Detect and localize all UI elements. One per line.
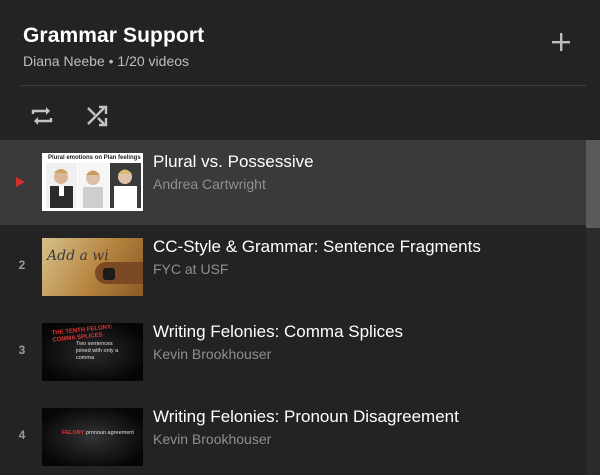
thumbnail-wristband-shape [103, 268, 115, 280]
thumbnail-caption-red: FELONY [62, 430, 85, 436]
playlist-video-list: Plural emotions on Plan feelings Plural … [0, 140, 586, 475]
playlist-title[interactable]: Grammar Support [23, 24, 204, 48]
video-thumbnail[interactable]: Plural emotions on Plan feelings [42, 153, 143, 211]
playlist-index: 3 [18, 343, 26, 357]
playlist-index: 2 [18, 258, 26, 272]
playlist-item[interactable]: 3 THE TENTH FELONY: COMMA SPLICES Two se… [0, 310, 586, 395]
loop-button[interactable] [27, 101, 57, 131]
thumbnail-caption-block: FELONY pronoun agreement [62, 430, 134, 437]
shuffle-button[interactable] [82, 101, 112, 131]
video-thumbnail[interactable]: Add a wi [42, 238, 143, 296]
video-author: Kevin Brookhouser [153, 431, 272, 447]
playlist-panel: Grammar Support Diana Neebe • 1/20 video… [0, 0, 600, 475]
playlist-item[interactable]: 4 FELONY pronoun agreement Writing Felon… [0, 395, 586, 475]
video-author: Andrea Cartwright [153, 176, 266, 192]
header-divider [20, 85, 586, 86]
playlist-item[interactable]: 2 Add a wi CC-Style & Grammar: Sentence … [0, 225, 586, 310]
add-to-playlist-button[interactable] [546, 27, 576, 57]
thumbnail-caption: Add a wi [47, 248, 109, 264]
thumbnail-caption: pronoun agreement [85, 430, 134, 436]
video-thumbnail[interactable]: THE TENTH FELONY: COMMA SPLICES Two sent… [42, 323, 143, 381]
video-title[interactable]: CC-Style & Grammar: Sentence Fragments [153, 237, 481, 257]
thumbnail-image [46, 163, 141, 208]
loop-icon [31, 107, 53, 125]
plus-icon [552, 33, 570, 51]
shuffle-icon [87, 105, 108, 127]
video-author: FYC at USF [153, 261, 229, 277]
playlist-header: Grammar Support Diana Neebe • 1/20 video… [0, 0, 600, 140]
playlist-scrollbar[interactable] [586, 140, 600, 475]
scrollbar-thumb[interactable] [586, 140, 600, 228]
thumbnail-caption: Two sentences joined with only a comma [76, 341, 119, 361]
playlist-item[interactable]: Plural emotions on Plan feelings Plural … [0, 140, 586, 225]
now-playing-icon [16, 177, 25, 187]
video-title[interactable]: Writing Felonies: Comma Splices [153, 322, 403, 342]
video-title[interactable]: Plural vs. Possessive [153, 152, 314, 172]
playlist-index: 4 [18, 428, 26, 442]
video-thumbnail[interactable]: FELONY pronoun agreement [42, 408, 143, 466]
video-title[interactable]: Writing Felonies: Pronoun Disagreement [153, 407, 459, 427]
playlist-meta: Diana Neebe • 1/20 videos [23, 53, 190, 69]
video-author: Kevin Brookhouser [153, 346, 272, 362]
